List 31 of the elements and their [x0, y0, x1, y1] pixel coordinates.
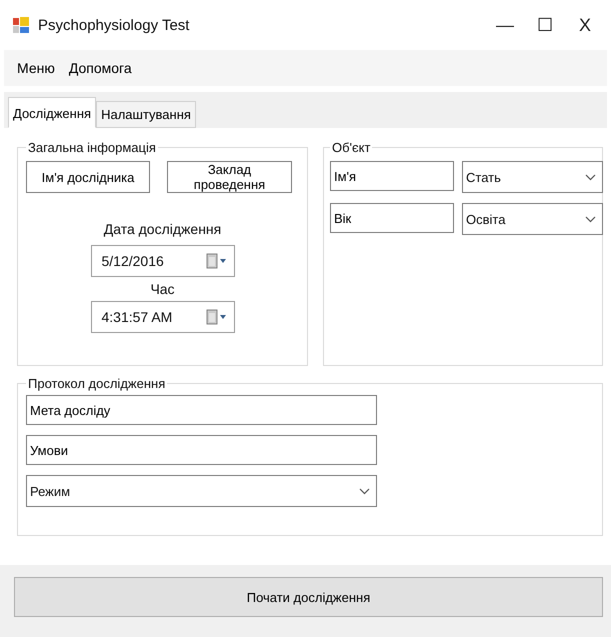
app-icon [12, 16, 30, 34]
form-button[interactable]: Ім'я дослідника [26, 161, 150, 193]
menu-item[interactable]: Меню [10, 58, 62, 78]
chevron-down-icon [585, 216, 596, 222]
text-field[interactable]: Вік [330, 203, 454, 233]
field-label: Дата дослідження [104, 221, 222, 237]
calendar-dropdown-icon [206, 309, 228, 325]
maximize-button[interactable]: ☐ [525, 5, 565, 45]
group-title: Об'єкт [331, 140, 372, 155]
menu-item[interactable]: Допомога [62, 58, 139, 78]
group-title: Протокол дослідження [27, 376, 166, 391]
field-label: Час [150, 281, 175, 297]
dropdown[interactable]: Освіта [462, 203, 603, 235]
dropdown[interactable]: Стать [462, 161, 603, 193]
minimize-button[interactable]: — [485, 5, 525, 45]
start-button[interactable]: Почати дослідження [14, 577, 603, 617]
tab[interactable]: Дослідження [8, 97, 96, 128]
calendar-dropdown-icon [206, 253, 228, 269]
text-field[interactable]: Мета досліду [26, 395, 377, 425]
text-field[interactable]: Ім'я [330, 161, 454, 191]
close-button[interactable]: X [565, 5, 605, 45]
tab[interactable]: Налаштування [96, 101, 196, 128]
date-picker[interactable]: 5/12/2016 [90, 245, 234, 277]
date-picker[interactable]: 4:31:57 AM [90, 301, 234, 333]
dropdown[interactable]: Режим [26, 475, 377, 507]
group-title: Загальна інформація [27, 140, 157, 155]
chevron-down-icon [359, 488, 370, 494]
form-button[interactable]: Заклад проведення [167, 161, 292, 193]
window-title: Psychophysiology Test [38, 16, 190, 34]
text-field[interactable]: Умови [26, 435, 377, 465]
chevron-down-icon [585, 174, 596, 180]
